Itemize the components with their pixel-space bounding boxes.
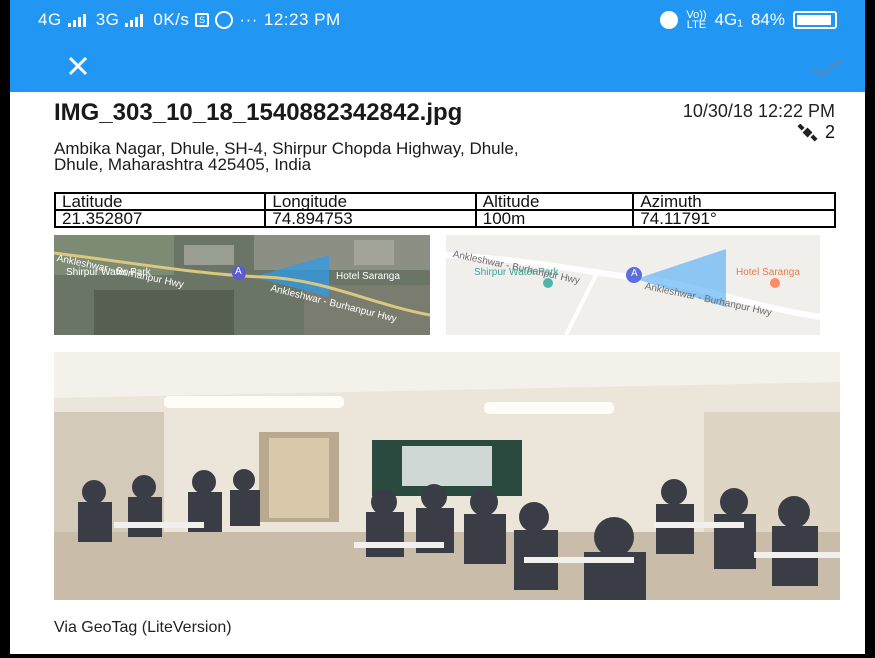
battery-icon — [793, 11, 837, 29]
classroom-photo[interactable] — [54, 352, 840, 600]
satellite-map[interactable]: Ankleshwar - Burhanpur Hwy Shirpur Water… — [54, 235, 430, 335]
close-button[interactable] — [62, 50, 94, 82]
latitude-value: 21.352807 — [53, 209, 267, 228]
network-3g-label: 3G — [95, 10, 120, 29]
frame-border-left — [0, 0, 10, 658]
signal-icon — [67, 13, 86, 27]
address: Ambika Nagar, Dhule, SH-4, Shirpur Chopd… — [54, 139, 519, 174]
signal-icon — [125, 13, 144, 27]
status-left: 4G 3G 0K/s S ··· 12:23 PM — [38, 10, 341, 30]
geo-table-header-row: Latitude Longitude Altitude Azimuth — [53, 192, 836, 211]
status-bar: 4G 3G 0K/s S ··· 12:23 PM Vo)) LTE 4G₁ 8… — [10, 0, 865, 40]
app-bar — [10, 40, 865, 92]
longitude-header: Longitude — [264, 192, 477, 211]
longitude-value: 74.894753 — [264, 209, 477, 228]
sat-park-label: Shirpur Water Park — [66, 267, 151, 278]
network-4g-label: 4G — [38, 10, 62, 29]
screen: 4G 3G 0K/s S ··· 12:23 PM Vo)) LTE 4G₁ 8… — [0, 0, 875, 658]
close-icon — [68, 56, 88, 76]
battery-percent: 84% — [750, 10, 785, 29]
via-geotag-label: Via GeoTag (LiteVersion) — [54, 619, 232, 636]
check-icon — [812, 59, 842, 77]
road-map-image — [446, 235, 820, 335]
road-map[interactable]: Ankleshwar - Burhanpur Hwy Shirpur Water… — [446, 235, 820, 335]
confirm-button[interactable] — [809, 50, 845, 82]
photo-datetime: 10/30/18 12:22 PM — [682, 101, 835, 121]
azimuth-header: Azimuth — [632, 192, 836, 211]
satellite-count: 2 — [797, 122, 835, 143]
road-park-label: Shirpur Water Park — [474, 267, 559, 278]
satellite-map-image — [54, 235, 430, 335]
data-speed-label: 0K/s — [153, 10, 190, 29]
frame-border-right — [865, 0, 875, 658]
azimuth-value: 74.11791° — [632, 209, 836, 228]
altitude-header: Altitude — [474, 192, 635, 211]
status-time: 12:23 PM — [263, 10, 341, 29]
status-right: Vo)) LTE 4G₁ 84% — [660, 10, 837, 31]
sim-icon: S — [195, 13, 210, 27]
classroom-photo-image — [54, 352, 840, 600]
altitude-value: 100m — [474, 209, 635, 228]
satellite-icon — [797, 123, 818, 142]
road-marker-label: A — [631, 268, 638, 279]
more-notifications-icon: ··· — [239, 10, 258, 29]
latitude-header: Latitude — [53, 192, 267, 211]
sat-marker-label: A — [235, 266, 242, 277]
road-hotel-label: Hotel Saranga — [736, 267, 800, 278]
geo-table-value-row: 21.352807 74.894753 100m 74.11791° — [53, 209, 836, 228]
satellite-count-value: 2 — [824, 122, 835, 142]
network-type-label: 4G₁ — [714, 10, 743, 29]
volte-icon: Vo)) LTE — [686, 10, 707, 31]
frame-border-bottom — [0, 654, 875, 658]
geo-table: Latitude Longitude Altitude Azimuth 21.3… — [53, 192, 836, 228]
sat-hotel-label: Hotel Saranga — [336, 271, 400, 282]
alarm-icon — [660, 11, 679, 29]
volte-bottom-label: LTE — [686, 19, 707, 31]
whatsapp-icon — [215, 11, 234, 29]
file-name: IMG_303_10_18_1540882342842.jpg — [54, 99, 463, 126]
